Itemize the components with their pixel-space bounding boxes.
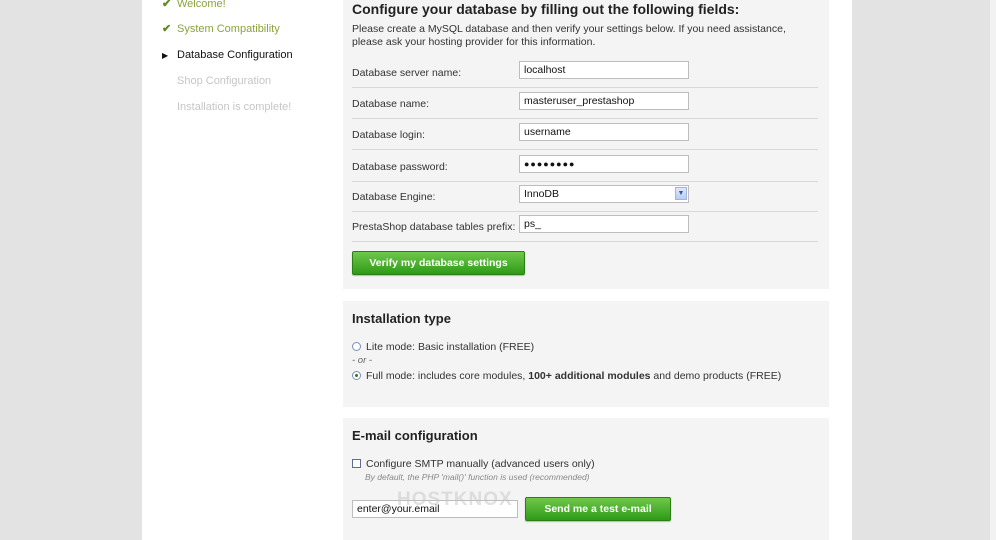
email-config-panel: E-mail configuration Configure SMTP manu… bbox=[343, 418, 829, 540]
send-test-email-button[interactable]: Send me a test e-mail bbox=[525, 497, 671, 521]
triangle-right-icon: ▶ bbox=[162, 51, 169, 60]
chevron-down-icon[interactable]: ▼ bbox=[675, 187, 687, 200]
engine-selected-value: InnoDB bbox=[524, 188, 560, 200]
watermark: HOSTKNOX bbox=[397, 489, 513, 510]
full-mode-label-pre: Full mode: includes core modules, bbox=[366, 370, 529, 382]
step-label: System Compatibility bbox=[177, 23, 280, 35]
smtp-checkbox[interactable] bbox=[352, 459, 361, 468]
database-password-input[interactable]: ●●●●●●●● bbox=[519, 155, 689, 173]
smtp-hint: By default, the PHP 'mail()' function is… bbox=[365, 472, 590, 482]
full-mode-label-post: and demo products (FREE) bbox=[650, 370, 782, 382]
smtp-label: Configure SMTP manually (advanced users … bbox=[366, 458, 595, 470]
field-database-engine: Database Engine: InnoDB ▼ bbox=[352, 182, 818, 212]
full-mode-label-bold: 100+ additional modules bbox=[528, 370, 651, 382]
database-engine-select[interactable]: InnoDB ▼ bbox=[519, 185, 689, 203]
installation-type-panel: Installation type Lite mode: Basic insta… bbox=[343, 301, 829, 407]
step-welcome: ✔ Welcome! bbox=[162, 0, 226, 12]
database-login-input[interactable]: username bbox=[519, 123, 689, 141]
field-label: Database server name: bbox=[352, 67, 462, 79]
smtp-option[interactable]: Configure SMTP manually (advanced users … bbox=[352, 458, 595, 470]
database-intro: Please create a MySQL database and then … bbox=[352, 23, 786, 48]
full-mode-radio[interactable] bbox=[352, 371, 361, 380]
server-name-input[interactable]: localhost bbox=[519, 61, 689, 79]
database-name-input[interactable]: masteruser_prestashop bbox=[519, 92, 689, 110]
lite-mode-option[interactable]: Lite mode: Basic installation (FREE) bbox=[352, 341, 534, 353]
lite-mode-radio[interactable] bbox=[352, 342, 361, 351]
database-panel: Configure your database by filling out t… bbox=[343, 0, 829, 289]
full-mode-option[interactable]: Full mode: includes core modules, 100+ a… bbox=[352, 370, 781, 382]
field-table-prefix: PrestaShop database tables prefix: ps_ bbox=[352, 212, 818, 242]
field-label: Database Engine: bbox=[352, 191, 436, 203]
step-label: Welcome! bbox=[177, 0, 226, 10]
table-prefix-input[interactable]: ps_ bbox=[519, 215, 689, 233]
field-database-password: Database password: ●●●●●●●● bbox=[352, 152, 818, 182]
email-config-heading: E-mail configuration bbox=[352, 428, 478, 443]
field-database-login: Database login: username bbox=[352, 120, 818, 150]
database-heading: Configure your database by filling out t… bbox=[352, 1, 740, 17]
verify-database-button[interactable]: Verify my database settings bbox=[352, 251, 525, 275]
step-label: Database Configuration bbox=[177, 49, 293, 61]
field-label: Database name: bbox=[352, 98, 430, 110]
field-label: Database password: bbox=[352, 161, 448, 173]
step-shop-configuration: Shop Configuration bbox=[162, 73, 271, 89]
field-database-name: Database name: masteruser_prestashop bbox=[352, 89, 818, 119]
step-system-compatibility: ✔ System Compatibility bbox=[162, 21, 280, 37]
field-label: PrestaShop database tables prefix: bbox=[352, 221, 516, 233]
check-icon: ✔ bbox=[162, 23, 172, 35]
step-installation-complete: Installation is complete! bbox=[162, 99, 291, 115]
check-icon: ✔ bbox=[162, 0, 172, 10]
field-label: Database login: bbox=[352, 129, 425, 141]
lite-mode-label: Lite mode: Basic installation (FREE) bbox=[366, 341, 535, 353]
step-database-configuration: ▶ Database Configuration bbox=[162, 47, 293, 63]
installation-type-heading: Installation type bbox=[352, 311, 451, 326]
step-label: Shop Configuration bbox=[177, 75, 272, 87]
step-label: Installation is complete! bbox=[177, 101, 292, 113]
window-edge bbox=[990, 0, 996, 540]
field-server-name: Database server name: localhost bbox=[352, 58, 818, 88]
or-separator: - or - bbox=[352, 355, 373, 366]
